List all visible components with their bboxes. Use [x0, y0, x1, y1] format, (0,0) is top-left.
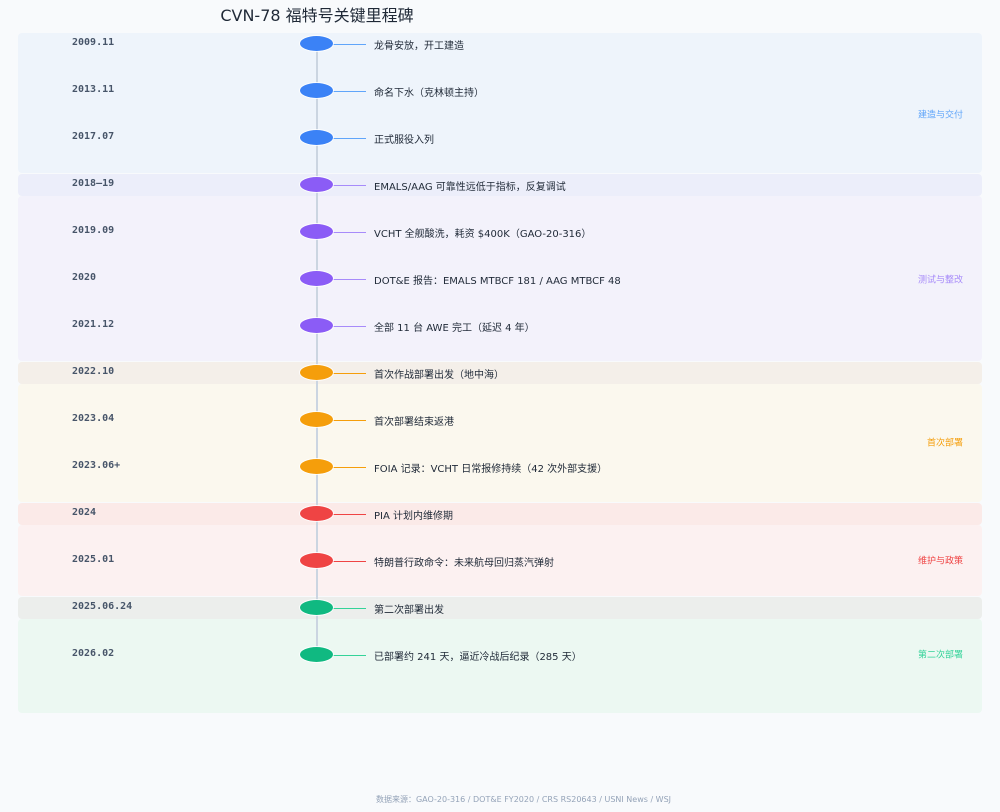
milestone-date: 2019.09	[72, 225, 115, 236]
milestone-date: 2026.02	[72, 648, 115, 659]
phase-label: 维护与政策	[917, 556, 963, 567]
phase-label: 建造与交付	[917, 110, 963, 121]
milestone-dot	[300, 647, 333, 662]
milestone-text: FOIA 记录：VCHT 日常报修持续（42 次外部支援）	[374, 464, 608, 475]
milestone-dot	[300, 224, 333, 239]
milestone-dot	[300, 177, 333, 192]
phase-label: 测试与整改	[917, 275, 963, 286]
phase-header-maint	[18, 503, 982, 525]
milestone-dot	[300, 412, 333, 427]
milestone-text: 特朗普行政命令：未来航母回归蒸汽弹射	[374, 558, 554, 569]
milestone-text: 龙骨安放，开工建造	[374, 41, 464, 52]
milestone-dot	[300, 365, 333, 380]
milestone-dot	[300, 130, 333, 145]
milestone-dot	[300, 506, 333, 521]
phase-band-deploy1	[18, 384, 982, 502]
milestone-text: VCHT 全舰酸洗，耗资 $400K（GAO-20-316）	[374, 229, 592, 240]
milestone-connector	[330, 185, 366, 186]
milestone-connector	[330, 561, 366, 562]
milestone-connector	[330, 467, 366, 468]
milestone-date: 2018–19	[72, 178, 115, 189]
milestone-date: 2017.07	[72, 131, 115, 142]
milestone-text: EMALS/AAG 可靠性远低于指标，反复调试	[374, 182, 566, 193]
page-title: CVN-78 福特号关键里程碑	[220, 6, 414, 25]
milestone-connector	[330, 655, 366, 656]
milestone-connector	[330, 138, 366, 139]
milestone-connector	[330, 608, 366, 609]
milestone-connector	[330, 279, 366, 280]
phase-band-build	[18, 33, 982, 173]
milestone-date: 2023.06+	[72, 460, 121, 471]
milestone-date: 2013.11	[72, 84, 115, 95]
source-footer: 数据来源：GAO-20-316 / DOT&E FY2020 / CRS RS2…	[375, 795, 672, 804]
milestone-dot	[300, 271, 333, 286]
milestone-date: 2021.12	[72, 319, 115, 330]
milestone-date: 2024	[72, 507, 97, 518]
milestone-connector	[330, 44, 366, 45]
milestone-date: 2020	[72, 272, 97, 283]
milestone-dot	[300, 83, 333, 98]
milestone-text: 已部署约 241 天，逼近冷战后纪录（285 天）	[374, 652, 582, 663]
milestone-date: 2009.11	[72, 37, 115, 48]
milestone-dot	[300, 459, 333, 474]
milestone-text: 第二次部署出发	[374, 605, 444, 616]
milestone-date: 2023.04	[72, 413, 115, 424]
milestone-connector	[330, 326, 366, 327]
milestone-text: 命名下水（克林顿主持）	[374, 88, 484, 99]
milestone-date: 2025.06.24	[72, 601, 133, 612]
milestone-connector	[330, 91, 366, 92]
milestone-text: PIA 计划内维修期	[374, 511, 453, 522]
milestone-connector	[330, 420, 366, 421]
milestone-dot	[300, 600, 333, 615]
phase-band-deploy2	[18, 619, 982, 713]
milestone-date: 2022.10	[72, 366, 115, 377]
phase-label: 第二次部署	[917, 650, 963, 661]
milestone-dot	[300, 553, 333, 568]
milestone-text: 全部 11 台 AWE 完工（延迟 4 年）	[374, 323, 535, 334]
milestone-connector	[330, 373, 366, 374]
milestone-connector	[330, 232, 366, 233]
milestone-text: 正式服役入列	[374, 135, 434, 146]
milestone-dot	[300, 36, 333, 51]
milestone-text: DOT&E 报告：EMALS MTBCF 181 / AAG MTBCF 48	[374, 276, 621, 287]
milestone-text: 首次作战部署出发（地中海）	[374, 370, 504, 381]
milestone-connector	[330, 514, 366, 515]
milestone-date: 2025.01	[72, 554, 115, 565]
phase-label: 首次部署	[926, 438, 963, 449]
milestone-text: 首次部署结束返港	[374, 417, 454, 428]
phase-header-deploy2	[18, 597, 982, 619]
milestone-dot	[300, 318, 333, 333]
